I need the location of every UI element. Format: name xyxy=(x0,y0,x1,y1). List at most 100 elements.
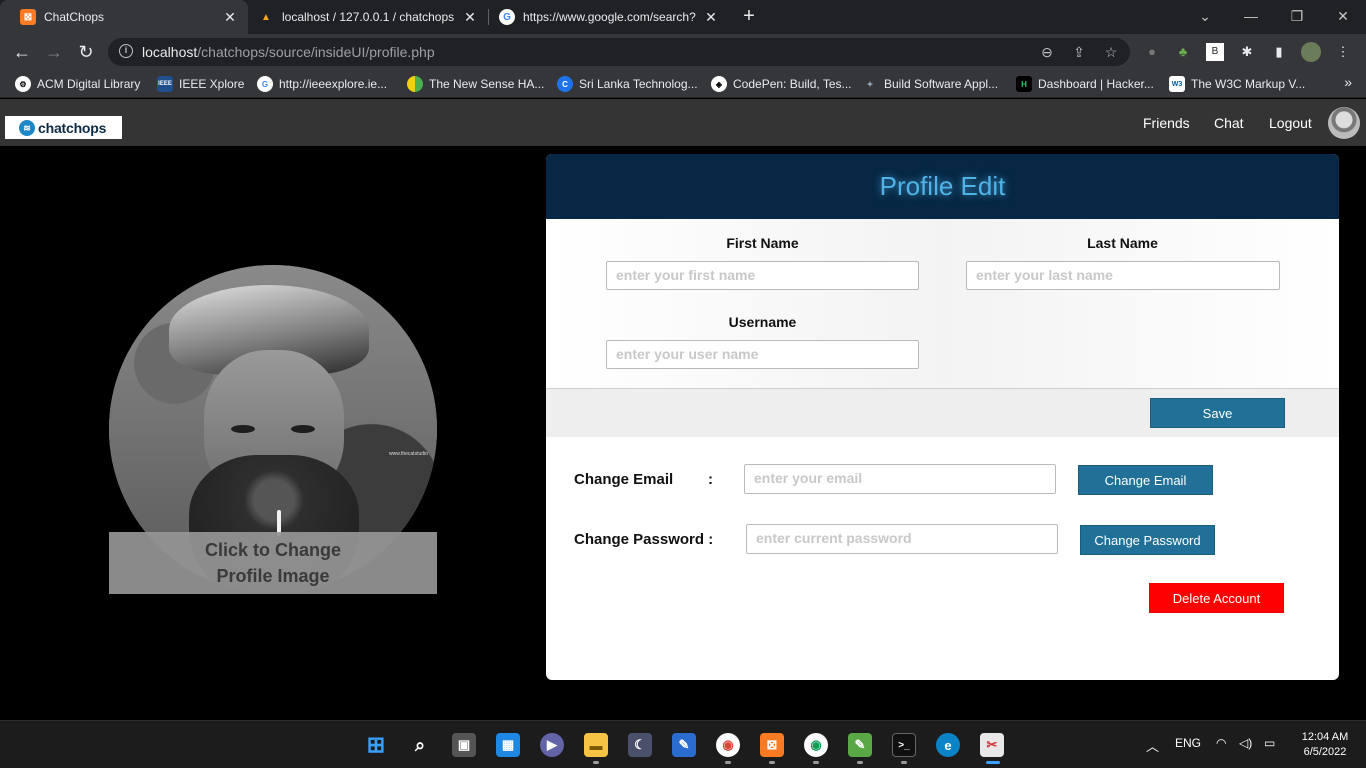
minimize-icon[interactable]: — xyxy=(1228,0,1274,34)
search-icon[interactable]: ⌕ xyxy=(408,733,432,757)
battery-icon[interactable]: ▭ xyxy=(1264,736,1275,750)
volume-icon[interactable]: ◁) xyxy=(1239,736,1252,750)
delete-account-button[interactable]: Delete Account xyxy=(1149,583,1284,613)
app-navbar: ≋ chatchops Friends Chat Logout xyxy=(0,99,1366,146)
close-window-icon[interactable]: ✕ xyxy=(1320,0,1366,34)
bookmark-ieeexplore-url[interactable]: Ghttp://ieeexplore.ie... xyxy=(257,75,387,93)
current-password-input[interactable]: enter current password xyxy=(746,524,1058,554)
tab-google-search[interactable]: G https://www.google.com/search? ✕ xyxy=(489,0,729,34)
running-indicator xyxy=(857,761,863,764)
nav-chat-link[interactable]: Chat xyxy=(1214,115,1244,131)
bookmark-w3c-validator[interactable]: W3 The W3C Markup V... xyxy=(1169,75,1305,93)
save-button[interactable]: Save xyxy=(1150,398,1285,428)
tab-title: localhost / 127.0.0.1 / chatchops xyxy=(282,10,455,24)
running-indicator xyxy=(725,761,731,764)
new-tab-icon[interactable]: + xyxy=(737,4,761,28)
moon-app-icon[interactable]: ☾ xyxy=(628,733,652,757)
chatchops-logo[interactable]: ≋ chatchops xyxy=(5,116,122,139)
codepen-icon: ◈ xyxy=(711,76,727,92)
change-email-button[interactable]: Change Email xyxy=(1078,465,1213,495)
username-label: Username xyxy=(728,314,797,330)
show-hidden-icons-icon[interactable]: ︿ xyxy=(1146,736,1159,755)
edge-icon[interactable]: e xyxy=(936,733,960,757)
zoom-icon[interactable]: ⊖ xyxy=(1038,43,1056,61)
user-avatar[interactable] xyxy=(1328,107,1360,139)
last-name-input[interactable]: enter your last name xyxy=(966,261,1280,290)
first-name-label: First Name xyxy=(726,235,799,251)
tree-extension-icon[interactable]: ♣ xyxy=(1173,42,1193,62)
reload-icon[interactable]: ↻ xyxy=(75,41,97,63)
bookmark-hackerrank[interactable]: H Dashboard | Hacker... xyxy=(1016,75,1154,93)
running-indicator xyxy=(901,761,907,764)
browser-toolbar: ← → ↻ i localhost/chatchops/source/insid… xyxy=(0,34,1366,70)
bookmark-new-sense[interactable]: The New Sense HA... xyxy=(407,75,544,93)
clock-date: 6/5/2022 xyxy=(1303,746,1347,758)
wifi-icon[interactable]: ◠ xyxy=(1216,736,1226,750)
last-name-label: Last Name xyxy=(1087,235,1158,251)
language-indicator[interactable]: ENG xyxy=(1175,736,1201,750)
nav-logout-link[interactable]: Logout xyxy=(1269,115,1312,131)
google-icon: G xyxy=(257,76,273,92)
bookmark-codepen[interactable]: ◈ CodePen: Build, Tes... xyxy=(711,75,852,93)
address-bar[interactable]: i localhost/chatchops/source/insideUI/pr… xyxy=(108,38,1130,66)
b-extension-icon[interactable]: B xyxy=(1206,43,1224,61)
site-info-icon[interactable]: i xyxy=(119,44,133,58)
widgets-icon[interactable]: ▦ xyxy=(496,733,520,757)
forward-icon[interactable]: → xyxy=(43,41,65,63)
photo-eye xyxy=(291,425,315,433)
close-tab-icon[interactable]: ✕ xyxy=(701,9,721,26)
clock-time: 12:04 AM xyxy=(1301,731,1349,743)
bolt-icon: ✦ xyxy=(866,79,874,89)
bookmark-sri-lanka-tech[interactable]: C Sri Lanka Technolog... xyxy=(557,75,698,93)
taskbar-clock[interactable]: 12:04 AM 6/5/2022 xyxy=(1290,730,1360,760)
menu-kebab-icon[interactable]: ⋮ xyxy=(1333,42,1353,62)
terminal-icon[interactable]: >_ xyxy=(892,733,916,757)
photo-watermark: www.thecatstudio xyxy=(389,451,428,457)
profile-avatar-icon[interactable] xyxy=(1301,42,1321,62)
extension-icon[interactable]: ● xyxy=(1142,42,1162,62)
hackerrank-icon: H xyxy=(1016,76,1032,92)
first-name-input[interactable]: enter your first name xyxy=(606,261,919,290)
tab-phpmyadmin[interactable]: ▲ localhost / 127.0.0.1 / chatchops ✕ xyxy=(248,0,488,34)
new-sense-icon xyxy=(407,76,423,92)
side-panel-icon[interactable]: ▮ xyxy=(1269,42,1289,62)
bookmark-build-software[interactable]: ✦ Build Software Appl... xyxy=(862,75,998,93)
close-tab-icon[interactable]: ✕ xyxy=(220,9,240,26)
xampp-taskbar-icon[interactable]: ⊠ xyxy=(760,733,784,757)
bookmark-ieee-xplore[interactable]: IEEE IEEE Xplore xyxy=(157,75,244,93)
tab-title: https://www.google.com/search? xyxy=(523,10,696,24)
profile-edit-card: Profile Edit First Name enter your first… xyxy=(546,154,1339,680)
tab-chatchops[interactable]: ⊠ ChatChops ✕ xyxy=(0,0,248,34)
chrome-icon[interactable]: ◉ xyxy=(716,733,740,757)
running-indicator xyxy=(593,761,599,764)
share-icon[interactable]: ⇪ xyxy=(1070,43,1088,61)
change-password-button[interactable]: Change Password xyxy=(1080,525,1215,555)
close-tab-icon[interactable]: ✕ xyxy=(460,9,480,26)
teams-chat-icon[interactable]: ▶ xyxy=(540,733,564,757)
change-profile-image-button[interactable]: Click to Change Profile Image xyxy=(109,532,437,594)
restore-icon[interactable]: ❐ xyxy=(1274,0,1320,34)
snipping-tool-icon[interactable]: ✂ xyxy=(980,733,1004,757)
username-input[interactable]: enter your user name xyxy=(606,340,919,369)
windows-start-icon[interactable]: ⊞ xyxy=(364,732,388,757)
email-input[interactable]: enter your email xyxy=(744,464,1056,494)
more-bookmarks-icon[interactable]: » xyxy=(1344,74,1352,90)
save-bar: Save xyxy=(546,388,1339,437)
change-email-colon: : xyxy=(708,471,713,488)
bookmark-acm[interactable]: ⚙ ACM Digital Library xyxy=(15,75,140,93)
nav-friends-link[interactable]: Friends xyxy=(1143,115,1190,131)
bookmark-star-icon[interactable]: ☆ xyxy=(1102,43,1120,61)
task-view-icon[interactable]: ▣ xyxy=(452,733,476,757)
extensions-puzzle-icon[interactable]: ✱ xyxy=(1237,42,1257,62)
chrome-profile-icon[interactable]: ◉ xyxy=(804,733,828,757)
notepad-plus-icon[interactable]: ✎ xyxy=(848,733,872,757)
tab-search-icon[interactable]: ⌄ xyxy=(1182,0,1228,34)
google-icon: G xyxy=(499,9,515,25)
file-explorer-icon[interactable]: ▬ xyxy=(584,733,608,757)
url-text[interactable]: localhost/chatchops/source/insideUI/prof… xyxy=(142,44,435,60)
change-image-caption-line2: Profile Image xyxy=(216,566,330,586)
back-icon[interactable]: ← xyxy=(11,41,33,63)
pen-app-icon[interactable]: ✎ xyxy=(672,733,696,757)
c-icon: C xyxy=(557,76,573,92)
bookmarks-bar: ⚙ ACM Digital Library IEEE IEEE Xplore Ght… xyxy=(0,70,1366,98)
